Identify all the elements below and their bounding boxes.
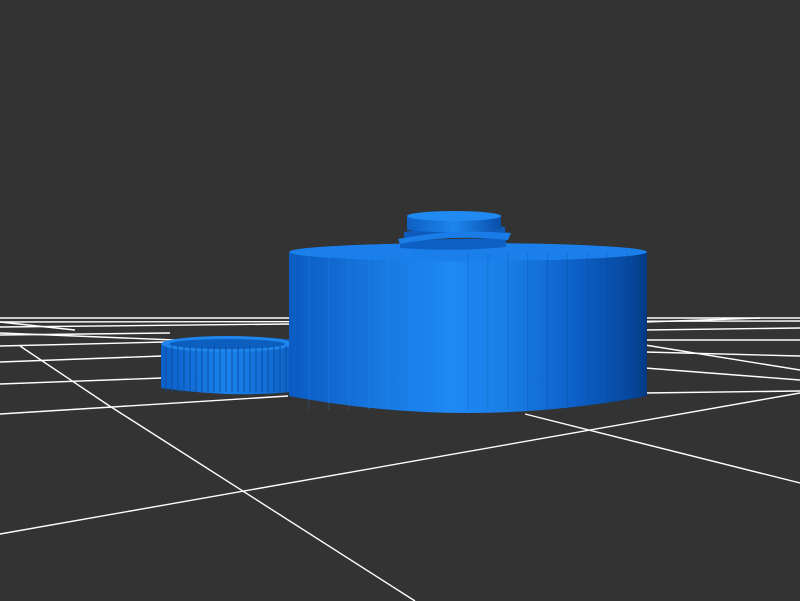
scene-canvas[interactable] [0, 0, 800, 601]
spur-gear[interactable] [161, 336, 293, 395]
3d-viewport[interactable] [0, 0, 800, 601]
threaded-top-knob[interactable] [398, 211, 511, 250]
large-cylinder[interactable] [289, 243, 647, 413]
